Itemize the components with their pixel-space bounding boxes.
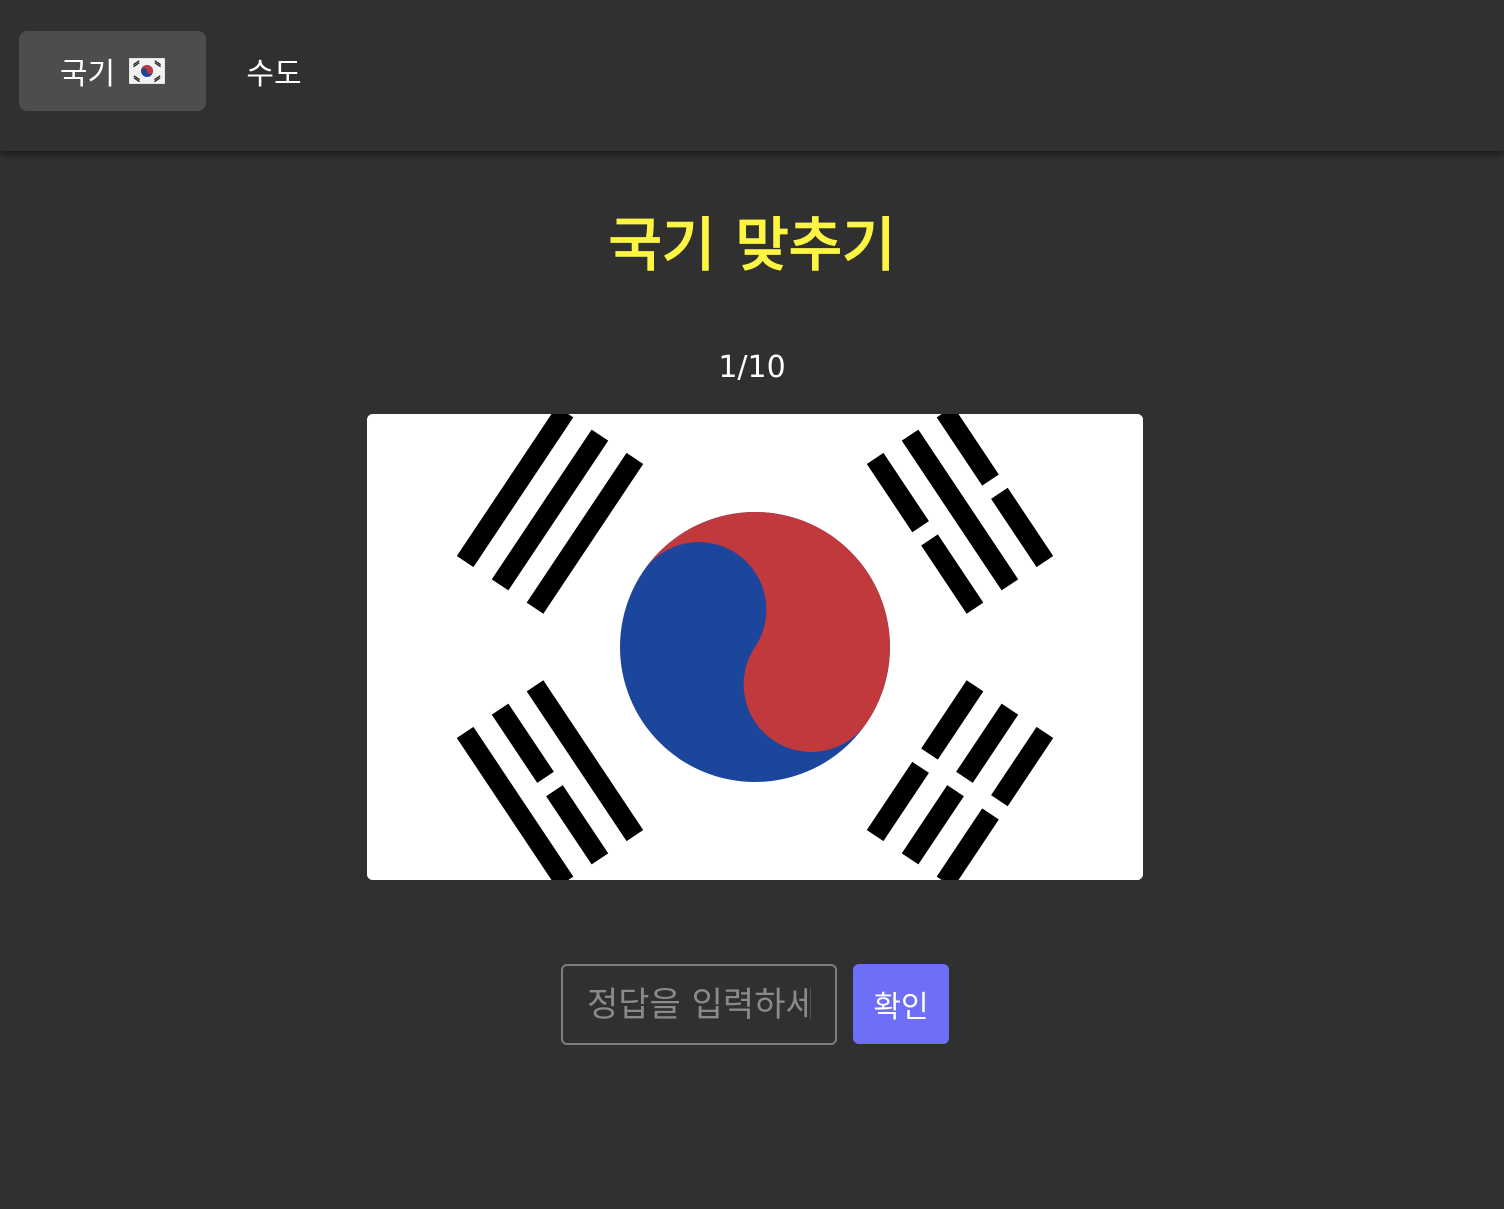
tab-capitals-label: 수도 [246,57,302,92]
tab-flags-label: 국기 [59,57,116,92]
top-navigation: 국기 수도 [0,0,1504,151]
tab-flags[interactable]: 국기 [19,31,206,111]
question-progress: 1/10 [718,350,786,385]
submit-button[interactable]: 확인 [853,964,949,1044]
answer-input[interactable] [561,964,837,1045]
page-title: 국기 맞추기 [608,211,896,279]
south-korea-flag-icon [367,414,1143,880]
south-korea-flag-icon [129,58,166,84]
tab-capitals[interactable]: 수도 [226,31,322,111]
flag-image [367,414,1143,880]
